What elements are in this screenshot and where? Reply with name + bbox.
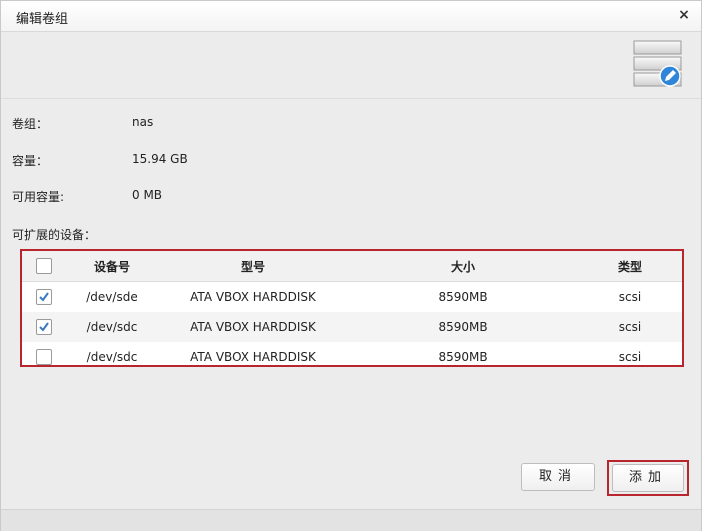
cell-device: /dev/sdc xyxy=(86,350,138,364)
dialog-footer xyxy=(1,509,701,531)
close-icon[interactable]: × xyxy=(676,7,692,23)
cell-device: /dev/sde xyxy=(86,290,138,304)
table-row[interactable]: /dev/sdc ATA VBOX HARDDISK 8590MB scsi xyxy=(22,342,682,372)
cancel-button[interactable]: 取消 xyxy=(521,463,595,491)
info-value-free: 0 MB xyxy=(132,188,163,202)
device-table: 设备号 型号 大小 类型 /dev/sde ATA VBOX HARDDISK … xyxy=(22,251,682,372)
device-table-container: 设备号 型号 大小 类型 /dev/sde ATA VBOX HARDDISK … xyxy=(20,249,684,367)
checkmark-icon xyxy=(39,322,49,332)
info-row-free: 可用容量: 0 MB xyxy=(12,188,312,204)
cell-model: ATA VBOX HARDDISK xyxy=(190,350,316,364)
table-row[interactable]: /dev/sdc ATA VBOX HARDDISK 8590MB scsi xyxy=(22,312,682,342)
dialog-titlebar: 编辑卷组 × xyxy=(1,1,701,32)
info-label-capacity: 容量： xyxy=(12,154,49,168)
cell-model: ATA VBOX HARDDISK xyxy=(158,312,348,342)
cell-type: scsi xyxy=(578,312,682,342)
volume-edit-icon xyxy=(633,40,682,87)
edit-volume-dialog: 编辑卷组 × 卷组： nas 容量： 15.94 GB 可用容量: 0 MB 可… xyxy=(0,0,702,531)
table-row[interactable]: /dev/sde ATA VBOX HARDDISK 8590MB scsi xyxy=(22,282,682,313)
info-value-volume: nas xyxy=(132,115,154,129)
row-checkbox[interactable] xyxy=(36,349,52,365)
select-all-checkbox[interactable] xyxy=(36,258,52,274)
info-value-capacity: 15.94 GB xyxy=(132,152,188,166)
col-header-size: 大小 xyxy=(348,251,578,282)
cell-type: scsi xyxy=(618,350,642,364)
dialog-title: 编辑卷组 xyxy=(16,12,69,27)
info-label-free: 可用容量: xyxy=(12,190,65,204)
add-button[interactable]: 添加 xyxy=(612,464,684,492)
cell-size: 8590MB xyxy=(438,290,488,304)
dialog-header xyxy=(1,32,701,99)
expandable-devices-label: 可扩展的设备： xyxy=(12,228,97,242)
add-button-highlight: 添加 xyxy=(607,460,689,496)
col-header-type: 类型 xyxy=(578,251,682,282)
info-row-volume: 卷组： nas xyxy=(12,115,312,131)
cell-size: 8590MB xyxy=(348,312,578,342)
row-checkbox[interactable] xyxy=(36,319,52,335)
cell-device: /dev/sdc xyxy=(66,312,158,342)
info-label-volume: 卷组： xyxy=(12,117,49,131)
checkmark-icon xyxy=(39,292,49,302)
table-header-row: 设备号 型号 大小 类型 xyxy=(22,251,682,282)
row-checkbox[interactable] xyxy=(36,289,52,305)
col-header-model: 型号 xyxy=(158,251,348,282)
cell-type: scsi xyxy=(618,290,642,304)
cell-size: 8590MB xyxy=(438,350,488,364)
info-row-capacity: 容量： 15.94 GB xyxy=(12,152,312,168)
select-all-cell xyxy=(22,251,66,282)
cell-model: ATA VBOX HARDDISK xyxy=(190,290,316,304)
col-header-device: 设备号 xyxy=(66,251,158,282)
